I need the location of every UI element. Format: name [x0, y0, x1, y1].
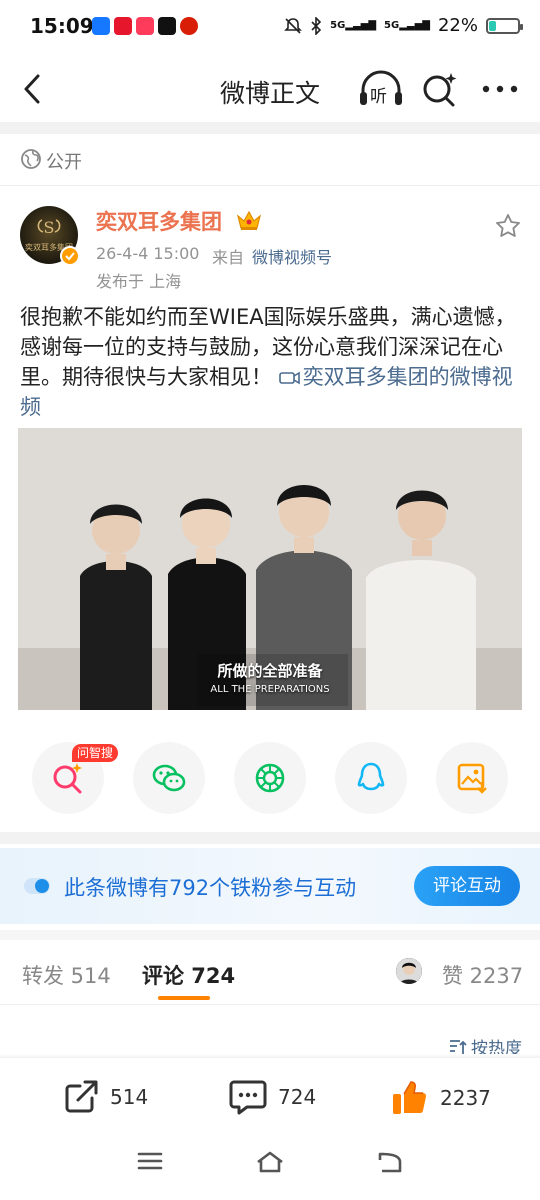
comment-icon [229, 1080, 267, 1115]
more-dots-icon[interactable] [478, 70, 522, 108]
video-player[interactable]: 所做的全部准备 ALL THE PREPARATIONS [18, 428, 522, 710]
author-name[interactable]: 奕双耳多集团 [96, 206, 222, 236]
ask-badge: 问智搜 [72, 744, 119, 762]
signal-1-icon: 5G▂▃▅▇ [330, 20, 377, 31]
alipay-icon [92, 17, 110, 35]
status-indicators: 5G▂▃▅▇ 5G▂▃▅▇ 22% [284, 15, 523, 36]
signal-2-icon: 5G▂▃▅▇ [384, 20, 430, 31]
battery-percent: 22% [437, 15, 478, 36]
tabs-divider [0, 1004, 540, 1005]
bottom-bar-shadow [0, 1054, 540, 1058]
crown-icon [236, 210, 262, 230]
share-qq-button[interactable] [335, 742, 407, 814]
tab-repost[interactable]: 转发 514 [22, 960, 111, 990]
weibo-icon [114, 17, 132, 35]
comment-action[interactable]: 724 [228, 1078, 316, 1116]
save-image-icon [457, 763, 487, 794]
battery-icon [486, 17, 523, 34]
bluetooth-icon [311, 16, 322, 35]
moments-icon [255, 763, 285, 793]
mute-icon [284, 17, 303, 34]
active-tab-indicator [158, 996, 210, 1000]
globe-icon [21, 149, 41, 169]
status-bar: 15:09 5G▂▃▅▇ 5G▂▃▅▇ 22% [0, 0, 540, 56]
fans-banner-text: 此条微博有792个铁粉参与互动 [64, 876, 357, 900]
search-sparkle-icon[interactable] [420, 70, 460, 108]
status-time: 15:09 [30, 14, 94, 38]
post-location: 发布于 上海 [96, 272, 182, 291]
post-body: 很抱歉不能如约而至WIEA国际娱乐盛典，满心遗憾，感谢每一位的支持与鼓励，这份心… [20, 302, 524, 422]
tiktok-icon [158, 17, 176, 35]
listen-label: 听 [370, 87, 387, 107]
qq-icon [357, 762, 385, 791]
save-image-button[interactable] [436, 742, 508, 814]
share-moments-button[interactable] [234, 742, 306, 814]
tab-comment[interactable]: 评论 724 [142, 960, 235, 990]
thumbs-up-icon [393, 1081, 427, 1114]
repost-count: 514 [110, 1085, 149, 1109]
logo-icon: S [37, 218, 61, 237]
post-from-label: 来自 [212, 248, 245, 267]
svg-text:S: S [44, 218, 55, 237]
visibility-label: 公开 [46, 152, 82, 173]
wechat-icon [152, 764, 186, 792]
section-divider [0, 930, 540, 940]
post-time: 26-4-4 15:00 [96, 244, 200, 263]
verified-badge-icon [60, 246, 80, 266]
section-divider [0, 832, 540, 844]
repost-action[interactable]: 514 [62, 1078, 148, 1116]
news-icon [180, 17, 198, 35]
back-nav-icon[interactable] [376, 1150, 404, 1174]
video-caption-en: ALL THE PREPARATIONS [210, 684, 330, 695]
home-icon[interactable] [254, 1150, 286, 1174]
menu-icon[interactable] [136, 1150, 164, 1172]
nav-bar: 微博正文 听 [0, 56, 540, 122]
comment-interact-button[interactable]: 评论互动 [414, 866, 520, 906]
listen-button[interactable]: 听 [358, 70, 404, 108]
like-count: 2237 [440, 1086, 491, 1110]
video-link-icon [278, 371, 300, 385]
comment-count: 724 [278, 1085, 317, 1109]
favorite-star-icon[interactable] [494, 212, 522, 240]
tab-like[interactable]: 赞 2237 [442, 960, 523, 990]
fans-interaction-banner: 此条微博有792个铁粉参与互动 评论互动 [0, 848, 540, 924]
search-sparkle-icon [53, 763, 82, 794]
sort-icon [450, 1039, 467, 1054]
like-action[interactable]: 2237 [390, 1078, 491, 1118]
share-wechat-button[interactable] [133, 742, 205, 814]
app-heart-icon [136, 17, 154, 35]
status-app-icons [92, 17, 198, 35]
visibility-row: 公开 [0, 134, 540, 186]
section-divider [0, 122, 540, 134]
video-caption-cn: 所做的全部准备 [217, 662, 323, 680]
repost-icon [65, 1080, 98, 1113]
post-source-link[interactable]: 微博视频号 [252, 244, 332, 268]
liker-avatar[interactable] [396, 958, 422, 984]
fans-toggle-icon [24, 878, 50, 894]
